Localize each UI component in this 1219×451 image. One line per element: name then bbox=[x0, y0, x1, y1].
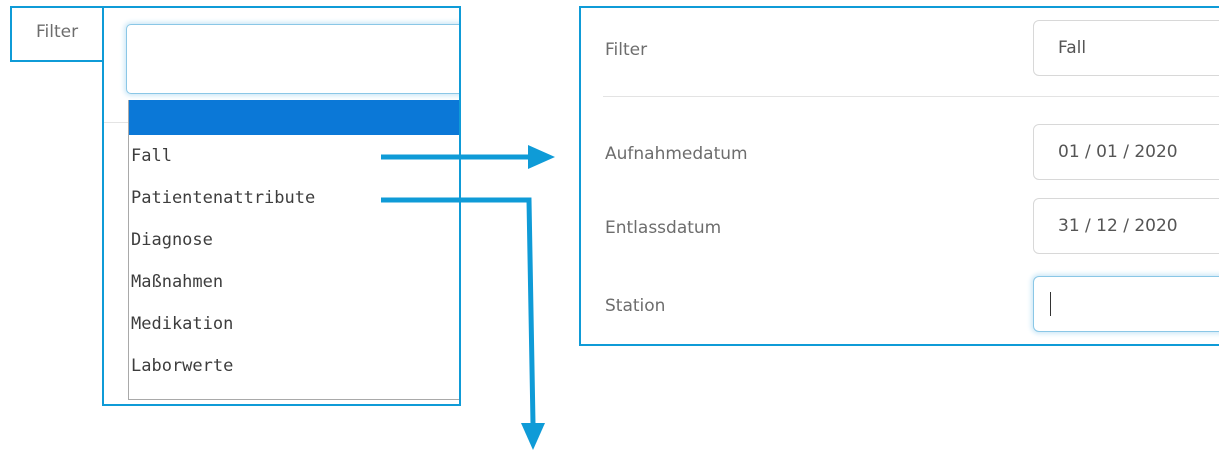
option-fall[interactable]: Fall bbox=[129, 135, 459, 177]
option-massnahmen[interactable]: Maßnahmen bbox=[129, 261, 459, 303]
filter-label: Filter bbox=[605, 40, 648, 60]
aufnahmedatum-input[interactable]: 01 / 01 / 2020 bbox=[1033, 124, 1219, 180]
option-diagnose[interactable]: Diagnose bbox=[129, 219, 459, 261]
filter-label-box: Filter bbox=[10, 6, 102, 62]
option-medikation[interactable]: Medikation bbox=[129, 303, 459, 345]
entlassdatum-input[interactable]: 31 / 12 / 2020 bbox=[1033, 198, 1219, 254]
option-laborwerte[interactable]: Laborwerte bbox=[129, 345, 459, 387]
station-label: Station bbox=[605, 296, 666, 316]
divider bbox=[603, 96, 1219, 97]
option-empty-selected[interactable] bbox=[129, 100, 459, 135]
aufnahmedatum-label: Aufnahmedatum bbox=[605, 144, 748, 164]
station-input[interactable] bbox=[1033, 276, 1219, 332]
fall-filter-form: Filter Fall Aufnahmedatum 01 / 01 / 2020… bbox=[579, 6, 1219, 346]
entlassdatum-label: Entlassdatum bbox=[605, 218, 722, 238]
filter-label: Filter bbox=[36, 22, 79, 42]
filter-option-list: Fall Patientenattribute Diagnose Maßnahm… bbox=[128, 100, 459, 400]
option-patientenattribute[interactable]: Patientenattribute bbox=[129, 177, 459, 219]
text-caret bbox=[1050, 292, 1051, 316]
filter-select[interactable]: Fall bbox=[1033, 20, 1219, 76]
filter-select[interactable] bbox=[126, 24, 459, 94]
filter-dropdown-panel: Fall Patientenattribute Diagnose Maßnahm… bbox=[102, 6, 461, 406]
